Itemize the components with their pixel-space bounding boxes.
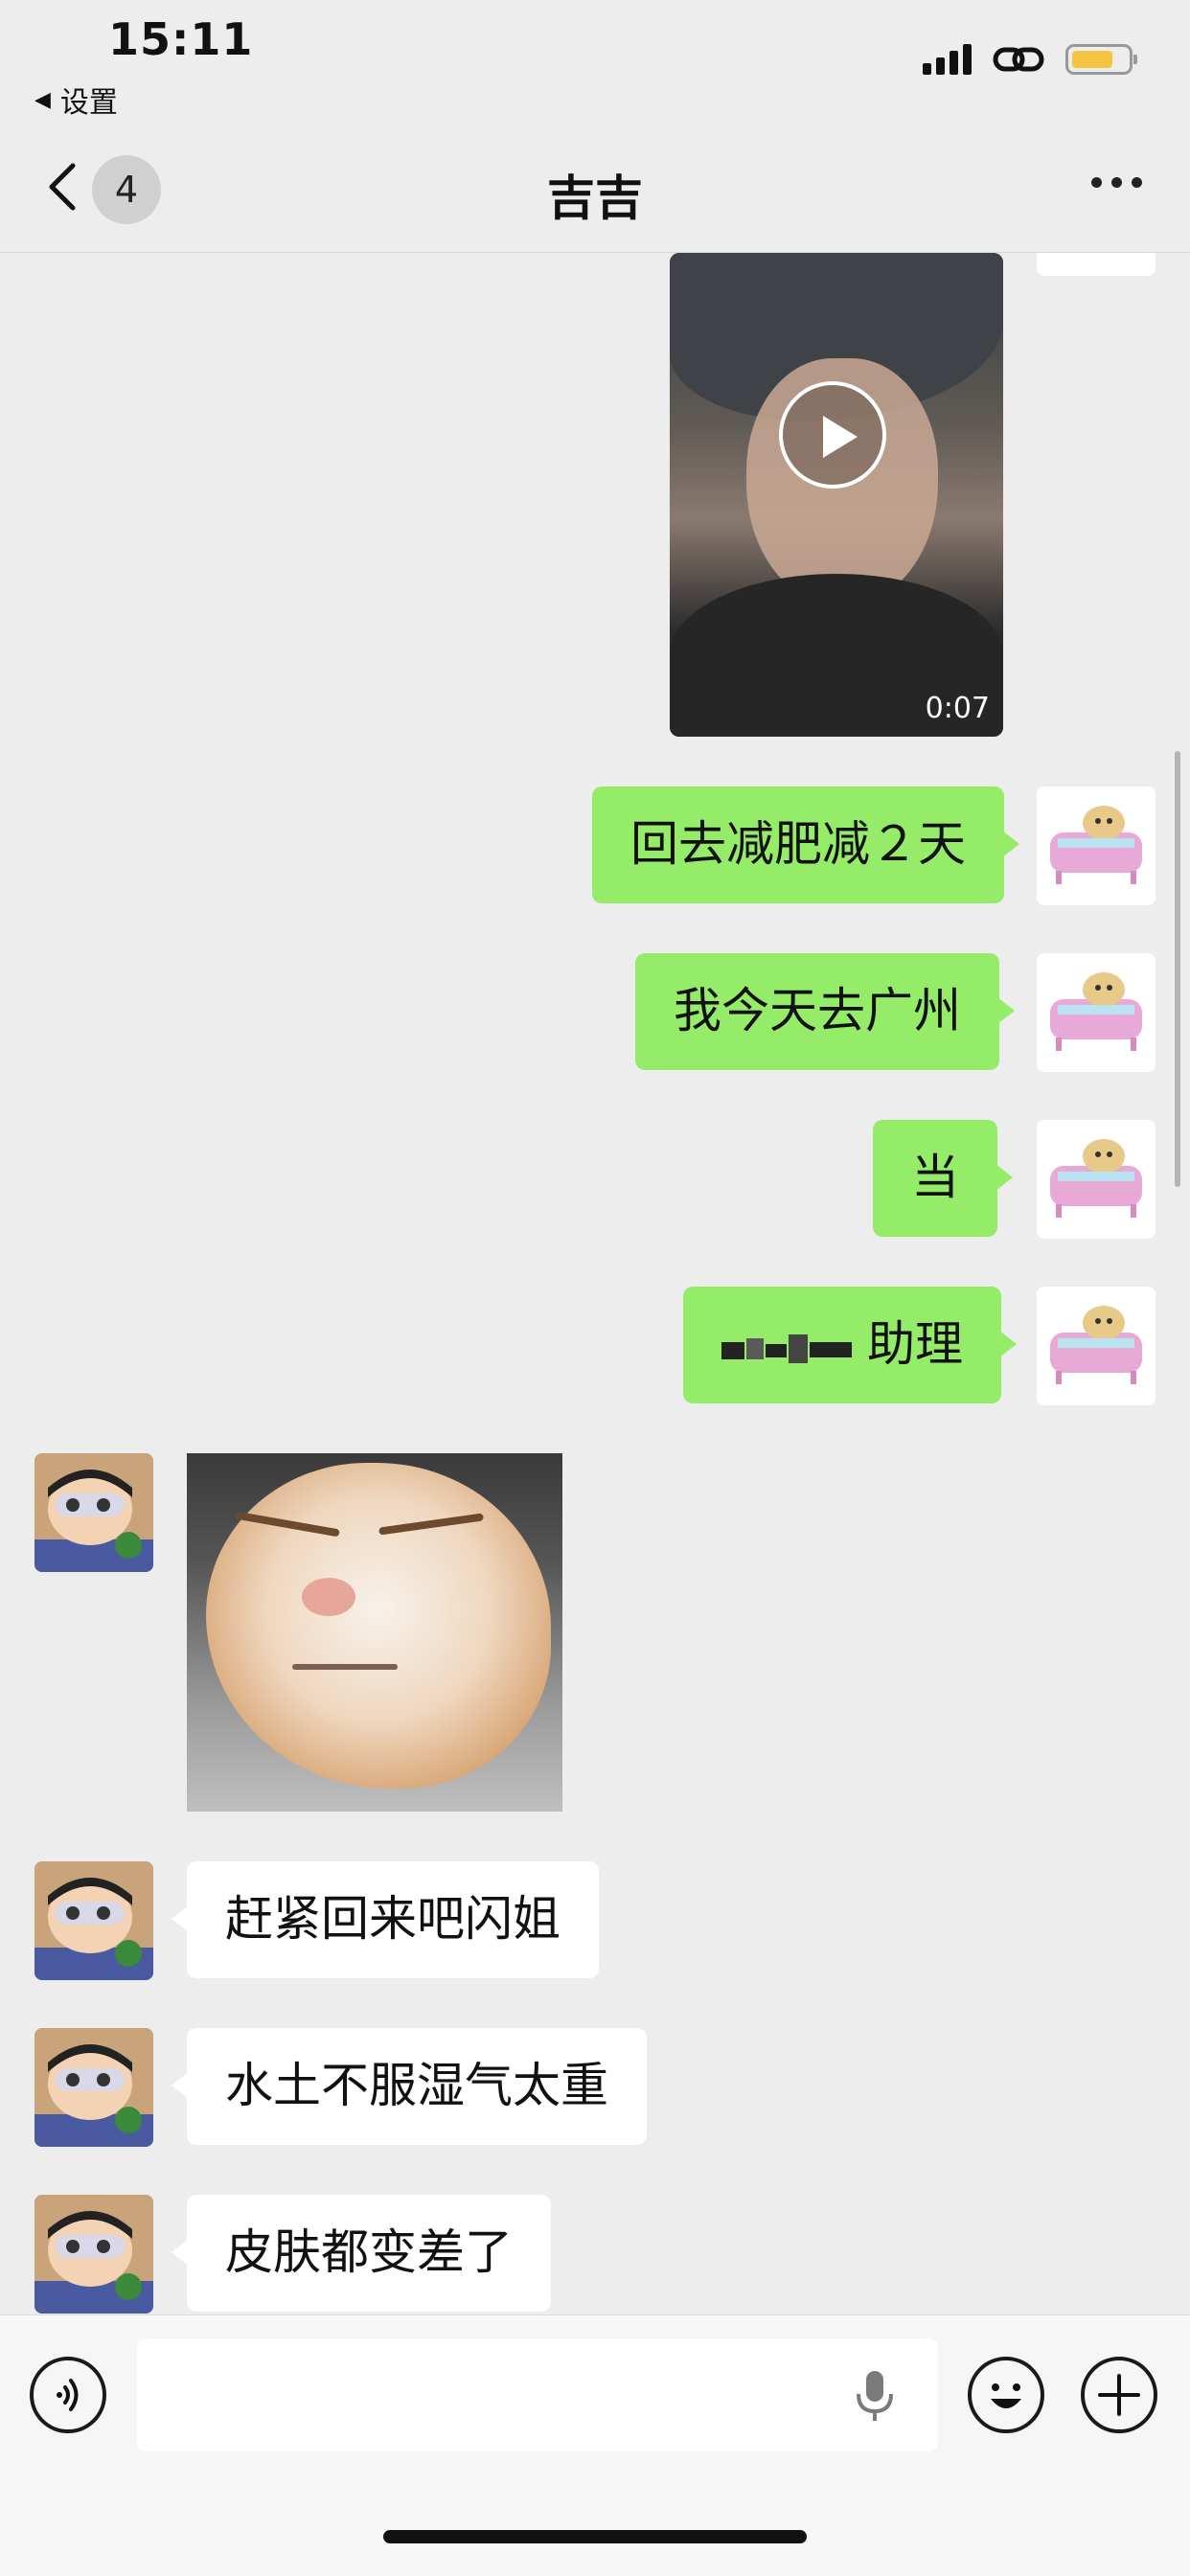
contact-message-bubble[interactable]: 赶紧回来吧闪姐 xyxy=(172,1861,599,1978)
plus-button[interactable] xyxy=(1081,2357,1157,2433)
voice-icon xyxy=(57,2379,79,2411)
status-bar: 15:11 ◀ 设置 xyxy=(0,0,1190,129)
my-avatar[interactable] xyxy=(1037,953,1156,1072)
plus-icon xyxy=(1098,2374,1140,2416)
my-avatar[interactable] xyxy=(1037,253,1156,276)
contact-message-bubble[interactable]: 皮肤都变差了 xyxy=(172,2195,551,2312)
ellipsis-icon xyxy=(1091,177,1102,188)
my-message-bubble[interactable]: 当 xyxy=(873,1120,1013,1237)
status-time: 15:11 xyxy=(108,13,254,65)
voice-button[interactable] xyxy=(30,2357,106,2433)
mic-icon[interactable] xyxy=(851,2369,899,2423)
back-to-app-link[interactable]: ◀ 设置 xyxy=(34,79,118,121)
emoji-icon xyxy=(991,2383,1021,2408)
my-avatar[interactable] xyxy=(1037,786,1156,905)
contact-avatar[interactable] xyxy=(34,1861,153,1980)
contact-avatar[interactable] xyxy=(34,2195,153,2314)
status-icons xyxy=(923,42,1137,77)
hotspot-link-icon xyxy=(993,42,1044,77)
emoji-button[interactable] xyxy=(968,2357,1044,2433)
signal-icon xyxy=(923,44,972,75)
my-message-bubble[interactable]: 助理 xyxy=(683,1287,1017,1403)
chat-header: 4 吉吉 xyxy=(0,129,1190,253)
contact-avatar[interactable] xyxy=(34,2028,153,2147)
chat-title: 吉吉 xyxy=(547,171,643,226)
my-message-bubble[interactable]: 我今天去广州 xyxy=(635,953,1015,1070)
my-message-bubble[interactable]: 回去减肥减２天 xyxy=(592,786,1019,903)
cat-sticker-image[interactable] xyxy=(187,1453,562,1812)
home-indicator[interactable] xyxy=(383,2530,807,2543)
battery-icon xyxy=(1065,44,1137,75)
scrollbar[interactable] xyxy=(1175,751,1180,1187)
play-icon[interactable] xyxy=(779,381,886,489)
my-avatar[interactable] xyxy=(1037,1287,1156,1405)
message-input[interactable] xyxy=(137,2338,938,2451)
more-button[interactable] xyxy=(1091,177,1142,188)
message-suffix: 助理 xyxy=(867,1316,963,1372)
message-list[interactable]: 0:07 回去减肥减２天 我今天去广州 当 助理 赶紧回来吧闪姐 水土不服湿气太… xyxy=(0,253,1190,2314)
redacted-text xyxy=(721,1329,856,1367)
video-duration: 0:07 xyxy=(925,692,990,725)
contact-avatar[interactable] xyxy=(34,1453,153,1572)
video-message[interactable]: 0:07 xyxy=(670,253,1003,737)
my-avatar[interactable] xyxy=(1037,1120,1156,1239)
back-app-label: 设置 xyxy=(59,86,118,120)
contact-message-bubble[interactable]: 水土不服湿气太重 xyxy=(172,2028,647,2145)
back-triangle-icon: ◀ xyxy=(34,87,51,112)
